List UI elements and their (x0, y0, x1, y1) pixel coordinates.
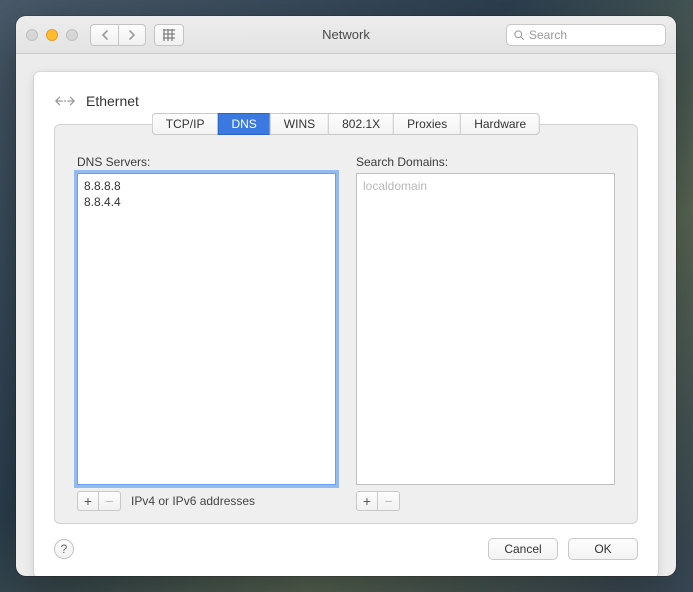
tab-tcpip[interactable]: TCP/IP (152, 113, 218, 135)
chevron-left-icon (101, 30, 109, 40)
sheet: Ethernet TCP/IPDNSWINS802.1XProxiesHardw… (34, 72, 658, 576)
search-domains-add-button[interactable]: + (356, 491, 378, 511)
titlebar: Network (16, 16, 676, 54)
back-button[interactable] (90, 24, 118, 46)
close-icon[interactable] (26, 29, 38, 41)
search-input[interactable] (529, 28, 659, 42)
tab-dns[interactable]: DNS (217, 113, 269, 135)
tab-wins[interactable]: WINS (270, 113, 328, 135)
tab-proxies[interactable]: Proxies (393, 113, 460, 135)
traffic-lights (26, 29, 78, 41)
dns-servers-hint: IPv4 or IPv6 addresses (131, 494, 255, 508)
tab-dns-content: DNS Servers: 8.8.8.88.8.4.4 + − IPv4 or … (55, 137, 637, 523)
search-domains-label: Search Domains: (356, 155, 615, 169)
search-icon (513, 29, 525, 41)
help-button[interactable]: ? (54, 539, 74, 559)
dns-servers-column: DNS Servers: 8.8.8.88.8.4.4 + − IPv4 or … (77, 155, 336, 511)
chevron-right-icon (128, 30, 136, 40)
tab-group: TCP/IPDNSWINS802.1XProxiesHardware DNS S… (54, 124, 638, 524)
list-item[interactable]: 8.8.4.4 (84, 194, 329, 210)
footer: ? Cancel OK (54, 538, 638, 560)
dns-servers-pm: + − (77, 491, 121, 511)
preferences-window: Network Ethernet TCP/IPDNSWINS802.1XProx… (16, 16, 676, 576)
zoom-icon[interactable] (66, 29, 78, 41)
minimize-icon[interactable] (46, 29, 58, 41)
search-domains-placeholder: localdomain (363, 178, 608, 194)
nav-buttons (90, 24, 146, 46)
interface-header: Ethernet (54, 90, 638, 112)
search-domains-pm: + − (356, 491, 400, 511)
interface-name: Ethernet (86, 93, 139, 109)
search-field[interactable] (506, 24, 666, 46)
ethernet-icon (54, 90, 76, 112)
dns-servers-list[interactable]: 8.8.8.88.8.4.4 (77, 173, 336, 485)
tab-8021x[interactable]: 802.1X (328, 113, 393, 135)
show-all-button[interactable] (154, 24, 184, 46)
dns-servers-label: DNS Servers: (77, 155, 336, 169)
cancel-button[interactable]: Cancel (488, 538, 558, 560)
search-domains-list[interactable]: localdomain (356, 173, 615, 485)
tab-hardware[interactable]: Hardware (460, 113, 540, 135)
list-item[interactable]: 8.8.8.8 (84, 178, 329, 194)
search-domains-column: Search Domains: localdomain + − (356, 155, 615, 511)
forward-button[interactable] (118, 24, 146, 46)
tabs: TCP/IPDNSWINS802.1XProxiesHardware (152, 113, 540, 135)
ok-button[interactable]: OK (568, 538, 638, 560)
dns-servers-remove-button[interactable]: − (99, 491, 121, 511)
dns-servers-add-button[interactable]: + (77, 491, 99, 511)
grid-icon (163, 29, 175, 41)
search-domains-remove-button[interactable]: − (378, 491, 400, 511)
